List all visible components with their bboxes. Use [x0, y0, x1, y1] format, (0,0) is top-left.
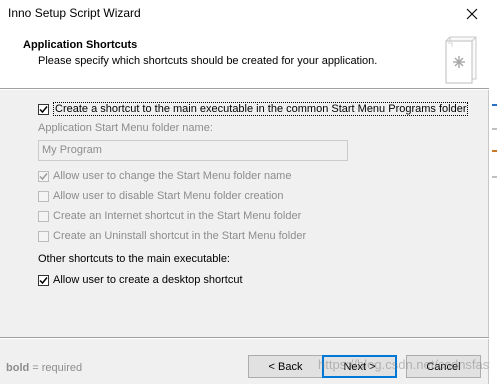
legend-rest: = required [29, 362, 83, 374]
internet-shortcut-checkbox[interactable] [38, 210, 49, 222]
close-button[interactable] [455, 0, 489, 27]
checkmark-icon [39, 105, 48, 113]
checkmark-icon [39, 276, 48, 284]
uninstall-shortcut-checkbox[interactable] [38, 230, 49, 242]
allow-change-folder-option[interactable]: Allow user to change the Start Menu fold… [38, 170, 291, 182]
background-mark [492, 104, 497, 106]
required-legend: bold = required [6, 362, 82, 374]
other-shortcuts-label: Other shortcuts to the main executable: [38, 253, 230, 265]
desktop-shortcut-label[interactable]: Allow user to create a desktop shortcut [53, 274, 243, 286]
close-icon [466, 8, 478, 19]
page-title: Application Shortcuts [23, 39, 138, 51]
desktop-shortcut-checkbox[interactable] [38, 274, 49, 286]
page-subtitle: Please specify which shortcuts should be… [38, 55, 378, 67]
setup-wizard-page-icon [445, 36, 477, 84]
background-mark [492, 176, 497, 178]
desktop-shortcut-option[interactable]: Allow user to create a desktop shortcut [38, 274, 243, 286]
header-panel: Application Shortcuts Please specify whi… [0, 27, 489, 88]
allow-change-folder-checkbox[interactable] [38, 170, 49, 182]
background-mark [492, 150, 497, 152]
internet-shortcut-label[interactable]: Create an Internet shortcut in the Start… [53, 210, 301, 222]
legend-bold: bold [6, 362, 30, 374]
allow-disable-folder-option[interactable]: Allow user to disable Start Menu folder … [38, 190, 284, 202]
folder-name-label: Application Start Menu folder name: [38, 122, 213, 134]
start-menu-shortcut-label[interactable]: Create a shortcut to the main executable… [53, 102, 469, 116]
setup-wizard-window: Inno Setup Script Wizard Application Sho… [0, 0, 498, 384]
next-button[interactable]: Next > [322, 355, 397, 378]
footer-divider [0, 337, 489, 339]
background-window-strip [490, 0, 498, 384]
folder-name-input[interactable]: My Program [38, 140, 348, 161]
checkmark-icon [39, 172, 48, 180]
internet-shortcut-option[interactable]: Create an Internet shortcut in the Start… [38, 210, 301, 222]
allow-disable-folder-label[interactable]: Allow user to disable Start Menu folder … [53, 190, 284, 202]
allow-change-folder-label[interactable]: Allow user to change the Start Menu fold… [53, 170, 291, 182]
uninstall-shortcut-label[interactable]: Create an Uninstall shortcut in the Star… [53, 230, 306, 242]
cancel-button[interactable]: Cancel [406, 355, 481, 378]
background-mark [492, 128, 497, 130]
back-button[interactable]: < Back [248, 355, 323, 378]
uninstall-shortcut-option[interactable]: Create an Uninstall shortcut in the Star… [38, 230, 306, 242]
title-bar: Inno Setup Script Wizard [0, 0, 489, 27]
start-menu-shortcut-option[interactable]: Create a shortcut to the main executable… [38, 102, 469, 116]
header-divider [0, 88, 489, 90]
allow-disable-folder-checkbox[interactable] [38, 190, 49, 202]
window-title: Inno Setup Script Wizard [8, 6, 141, 20]
start-menu-shortcut-checkbox[interactable] [38, 103, 49, 115]
